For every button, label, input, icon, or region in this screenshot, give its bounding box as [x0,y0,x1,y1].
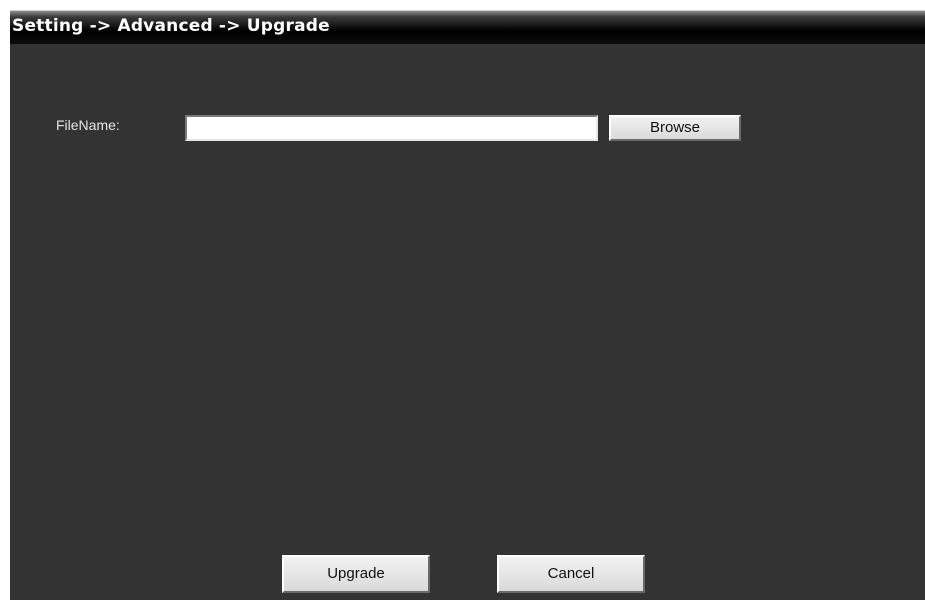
browse-button[interactable]: Browse [609,115,741,141]
breadcrumb: Setting -> Advanced -> Upgrade [12,16,330,36]
title-bar: Setting -> Advanced -> Upgrade [10,10,925,44]
upgrade-window: Setting -> Advanced -> Upgrade FileName:… [0,0,925,600]
upgrade-button[interactable]: Upgrade [282,555,430,593]
filename-label: FileName: [56,117,120,133]
filename-input[interactable] [185,115,598,141]
cancel-button[interactable]: Cancel [497,555,645,593]
